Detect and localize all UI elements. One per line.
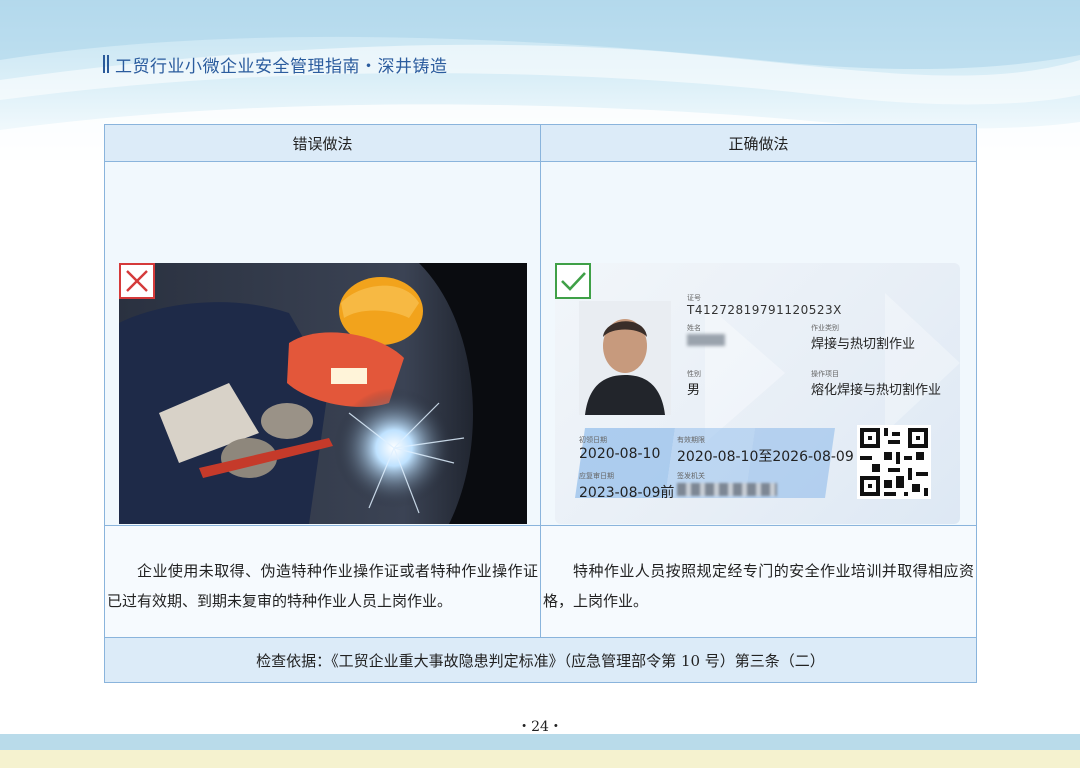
valid-period-value: 2020-08-10至2026-08-09 (677, 449, 854, 465)
footer-band-yellow (0, 750, 1080, 768)
first-issue-label: 初领日期 (579, 436, 607, 444)
page-header: 工贸行业小微企业安全管理指南・深井铸造 (103, 52, 448, 77)
review-date-label: 应复审日期 (579, 472, 614, 480)
review-date-value: 2023-08-09前 (579, 485, 675, 501)
footer-band-blue (0, 734, 1080, 750)
blurred-issuer (677, 483, 777, 496)
holder-portrait (579, 301, 671, 415)
valid-period-label: 有效期限 (677, 436, 705, 444)
name-label: 姓名 (687, 324, 701, 332)
correct-practice-image-cell: 证号 T41272819791120523X 姓名 作业类别 焊接与热切割作业 … (541, 162, 976, 526)
wrong-practice-image-cell (105, 162, 541, 526)
correct-practice-header: 正确做法 (541, 125, 976, 162)
operation-type-label: 作业类别 (811, 324, 839, 332)
wrong-practice-description: 企业使用未取得、伪造特种作业操作证或者特种作业操作证已过有效期、到期未复审的特种… (107, 562, 538, 610)
operation-item-value: 熔化焊接与热切割作业 (811, 383, 942, 398)
special-operation-certificate: 证号 T41272819791120523X 姓名 作业类别 焊接与热切割作业 … (555, 263, 960, 524)
operation-item-label: 操作项目 (811, 370, 839, 378)
issuer-label: 签发机关 (677, 472, 705, 480)
wrong-practice-header: 错误做法 (105, 125, 541, 162)
cert-number-value: T41272819791120523X (687, 303, 842, 317)
cert-number-label: 证号 (687, 294, 701, 302)
cross-mark-icon (119, 263, 155, 299)
page-title: 工贸行业小微企业安全管理指南・深井铸造 (115, 56, 448, 77)
qr-code (857, 425, 931, 499)
blurred-name (687, 334, 725, 346)
operation-type-value: 焊接与热切割作业 (811, 337, 916, 352)
wrong-practice-description-cell: 企业使用未取得、伪造特种作业操作证或者特种作业操作证已过有效期、到期未复审的特种… (105, 526, 541, 638)
correct-practice-description: 特种作业人员按照规定经专门的安全作业培训并取得相应资格，上岗作业。 (543, 562, 974, 610)
page-number: ・24・ (517, 719, 563, 735)
first-issue-value: 2020-08-10 (579, 446, 661, 462)
gender-label: 性别 (687, 370, 701, 378)
header-bar-icon (103, 55, 109, 73)
check-mark-icon (555, 263, 591, 299)
welding-worker-photo (119, 263, 527, 524)
inspection-basis: 检查依据：《工贸企业重大事故隐患判定标准》（应急管理部令第 10 号）第三条（二… (105, 638, 976, 682)
correct-practice-description-cell: 特种作业人员按照规定经专门的安全作业培训并取得相应资格，上岗作业。 (541, 526, 976, 638)
comparison-table: 错误做法 正确做法 证号 T41272819791120523X 姓名 作业类别… (104, 124, 977, 683)
gender-value: 男 (687, 383, 701, 398)
